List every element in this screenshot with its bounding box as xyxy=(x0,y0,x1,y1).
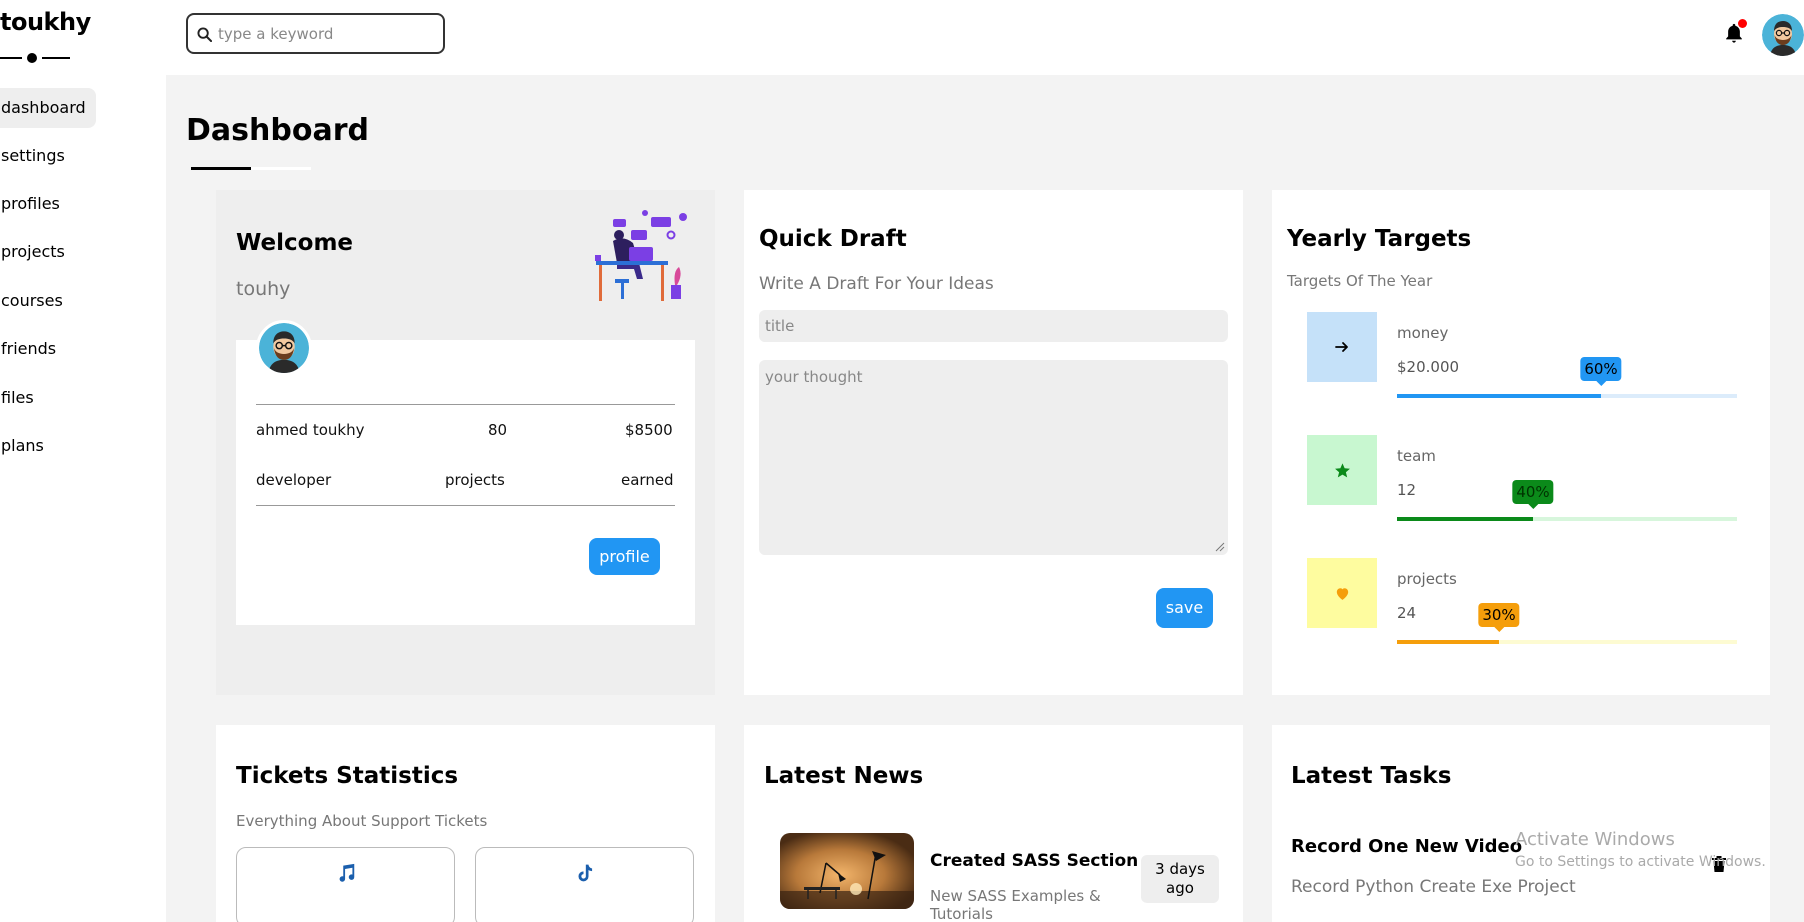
search-box[interactable] xyxy=(186,13,445,54)
target-name: team xyxy=(1397,447,1436,465)
progress-track: 60% xyxy=(1397,357,1737,398)
resize-grip-icon[interactable] xyxy=(1215,542,1225,552)
thought-placeholder: your thought xyxy=(765,368,863,386)
music-note-icon xyxy=(339,863,354,882)
target-icon-box xyxy=(1307,558,1377,628)
news-item-date: 3 days ago xyxy=(1141,855,1219,903)
target-row-team: team 12 40% xyxy=(1307,435,1757,521)
progress-tooltip: 40% xyxy=(1512,480,1554,509)
avatar-image xyxy=(1762,14,1804,56)
target-name: projects xyxy=(1397,570,1457,588)
draft-title-input[interactable]: title xyxy=(759,310,1228,342)
projects-count: 80 xyxy=(488,421,508,439)
target-icon-box xyxy=(1307,312,1377,382)
sidebar-item-friends[interactable]: friends xyxy=(0,329,66,369)
progress-fill xyxy=(1397,640,1499,644)
welcome-title: Welcome xyxy=(236,230,354,256)
profile-button[interactable]: profile xyxy=(589,538,660,575)
heart-icon xyxy=(1336,587,1348,600)
target-value: 24 xyxy=(1397,604,1417,622)
target-row-projects: projects 24 30% xyxy=(1307,558,1757,644)
earned-label: earned xyxy=(621,471,674,489)
sidebar-item-courses[interactable]: courses xyxy=(0,281,73,321)
sidebar-item-settings[interactable]: settings xyxy=(0,136,75,176)
tiktok-icon xyxy=(578,864,592,882)
watermark-line-2: Go to Settings to activate Windows. xyxy=(1515,854,1766,870)
draft-subtitle: Write A Draft For Your Ideas xyxy=(759,274,994,294)
tickets-title: Tickets Statistics xyxy=(236,763,459,789)
brand-underline xyxy=(0,53,70,63)
news-image xyxy=(780,833,914,909)
draft-title: Quick Draft xyxy=(759,226,907,252)
draft-thought-textarea[interactable]: your thought xyxy=(759,360,1228,555)
tickets-statistics-card: Tickets Statistics Everything About Supp… xyxy=(216,725,715,922)
target-name: money xyxy=(1397,324,1449,342)
latest-tasks-card: Latest Tasks Record One New Video Record… xyxy=(1272,725,1770,922)
targets-subtitle: Targets Of The Year xyxy=(1287,272,1433,290)
welcome-username: touhy xyxy=(236,278,291,300)
news-item-description: New SASS Examples & Tutorials xyxy=(930,887,1101,922)
news-thumbnail[interactable] xyxy=(780,833,914,909)
brand-logo: toukhy xyxy=(0,8,91,36)
title-underline xyxy=(191,167,311,170)
target-value: 12 xyxy=(1397,481,1417,499)
avatar xyxy=(256,320,312,376)
target-icon-box xyxy=(1307,435,1377,505)
sidebar-item-plans[interactable]: plans xyxy=(0,426,54,466)
notifications-button[interactable] xyxy=(1723,19,1747,44)
search-input[interactable] xyxy=(218,21,433,46)
latest-news-card: Latest News Created SASS Section New SAS… xyxy=(744,725,1243,922)
save-button[interactable]: save xyxy=(1156,588,1213,628)
user-role: developer xyxy=(256,471,332,489)
progress-tooltip: 60% xyxy=(1580,357,1622,386)
developer-illustration xyxy=(595,210,687,301)
welcome-card: Welcome touhy ahmed toukhy developer 80 … xyxy=(216,190,715,695)
yearly-targets-card: Yearly Targets Targets Of The Year money… xyxy=(1272,190,1770,695)
page-title: Dashboard xyxy=(186,113,369,148)
sidebar-item-profiles[interactable]: profiles xyxy=(0,184,70,224)
search-icon xyxy=(197,27,212,42)
target-row-money: money $20.000 60% xyxy=(1307,312,1757,398)
tasks-title: Latest Tasks xyxy=(1291,763,1452,789)
divider xyxy=(256,505,675,506)
ticket-stat-box xyxy=(236,847,455,922)
avatar-image xyxy=(259,323,309,373)
app: toukhy dashboard settings profiles proje… xyxy=(0,0,1804,922)
targets-title: Yearly Targets xyxy=(1287,226,1472,252)
progress-fill xyxy=(1397,394,1601,398)
tickets-subtitle: Everything About Support Tickets xyxy=(236,812,488,830)
sidebar-item-dashboard[interactable]: dashboard xyxy=(0,88,96,128)
task-item-description: Record Python Create Exe Project xyxy=(1291,877,1576,897)
quick-draft-card: Quick Draft Write A Draft For Your Ideas… xyxy=(744,190,1243,695)
watermark-line-1: Activate Windows xyxy=(1515,829,1675,850)
task-item-title: Record One New Video xyxy=(1291,836,1523,857)
sidebar-item-files[interactable]: files xyxy=(0,378,44,418)
progress-fill xyxy=(1397,517,1533,521)
user-avatar[interactable] xyxy=(1762,14,1804,56)
news-item-title[interactable]: Created SASS Section xyxy=(930,851,1138,871)
arrow-right-icon xyxy=(1335,342,1348,352)
earned-amount: $8500 xyxy=(625,421,673,439)
progress-tooltip: 30% xyxy=(1478,603,1520,632)
ticket-stat-box xyxy=(475,847,694,922)
news-title: Latest News xyxy=(764,763,924,789)
projects-label: projects xyxy=(445,471,505,489)
notification-badge xyxy=(1738,19,1747,28)
main-content: Dashboard Welcome touhy ahmed toukhy dev… xyxy=(166,75,1804,922)
activate-windows-watermark: Activate Windows Go to Settings to activ… xyxy=(1515,829,1766,870)
star-icon xyxy=(1334,462,1350,477)
target-value: $20.000 xyxy=(1397,358,1460,376)
top-header xyxy=(166,0,1804,75)
progress-track: 30% xyxy=(1397,603,1737,644)
divider xyxy=(256,404,675,405)
user-name: ahmed toukhy xyxy=(256,421,365,439)
sidebar: toukhy dashboard settings profiles proje… xyxy=(0,0,166,922)
progress-track: 40% xyxy=(1397,480,1737,521)
welcome-profile-panel: ahmed toukhy developer 80 projects $8500… xyxy=(236,320,695,625)
sidebar-item-projects[interactable]: projects xyxy=(0,232,75,272)
